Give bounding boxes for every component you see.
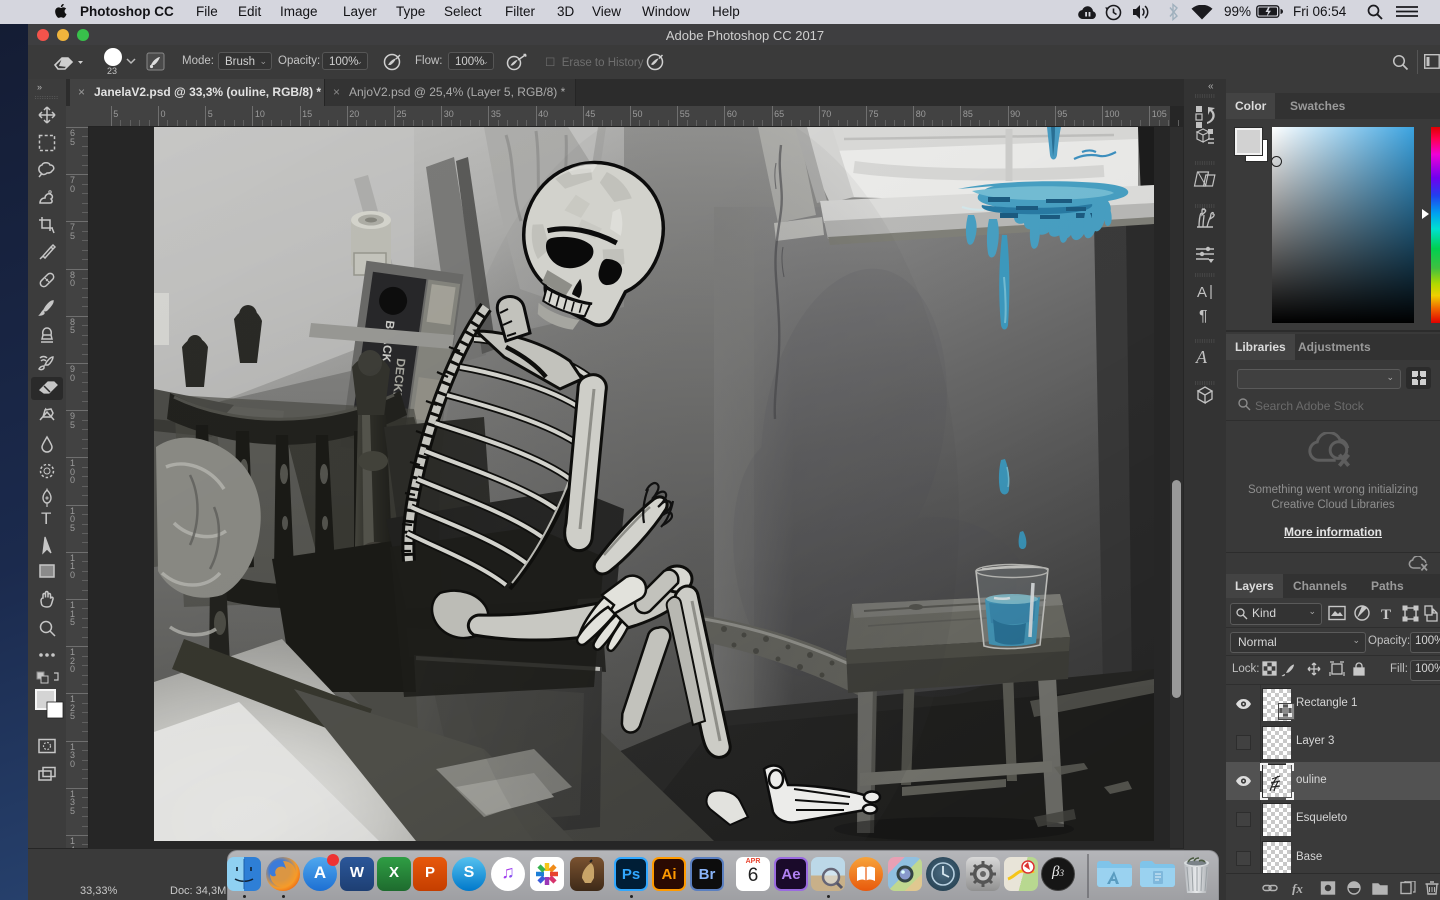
svg-text:A: A [1197,284,1207,301]
svg-text:fx: fx [1292,881,1303,895]
svg-text:T: T [41,509,51,528]
svg-text:A: A [1195,347,1208,367]
svg-text:T: T [1381,607,1391,622]
svg-text:¶: ¶ [1199,308,1208,325]
